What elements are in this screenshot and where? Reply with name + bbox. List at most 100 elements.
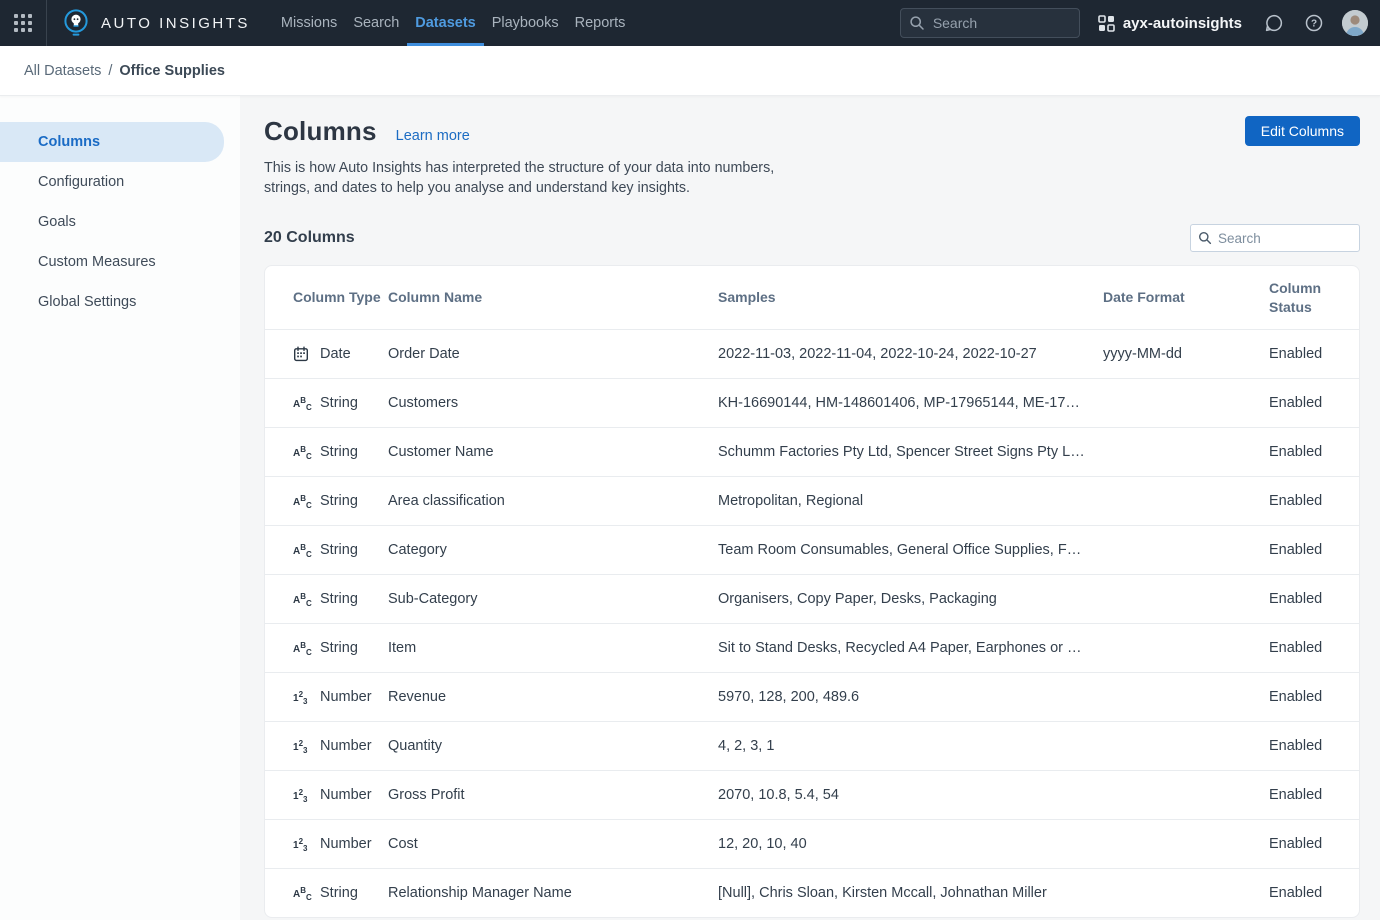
global-search (900, 8, 1080, 38)
column-status-cell: Enabled (1269, 493, 1359, 509)
column-name-cell: Sub-Category (388, 591, 718, 607)
header-column-type: Column Type (293, 288, 388, 307)
header-samples: Samples (718, 288, 1103, 307)
string-icon: ABC (293, 493, 310, 510)
column-status-cell: Enabled (1269, 395, 1359, 411)
string-icon: ABC (293, 885, 310, 902)
column-name-cell: Revenue (388, 689, 718, 705)
help-icon: ? (1304, 13, 1324, 33)
table-row: 123 Number Quantity 4, 2, 3, 1 Enabled (265, 721, 1359, 770)
help-button[interactable]: ? (1302, 11, 1326, 35)
search-icon (909, 15, 925, 31)
column-type-label: Number (320, 787, 372, 803)
table-row: 123 Number Revenue 5970, 128, 200, 489.6… (265, 672, 1359, 721)
nav-item-reports[interactable]: Reports (567, 0, 634, 46)
edit-columns-button[interactable]: Edit Columns (1245, 116, 1360, 146)
table-row: ABC String Sub-Category Organisers, Copy… (265, 574, 1359, 623)
nav-item-missions[interactable]: Missions (273, 0, 345, 46)
samples-cell: Organisers, Copy Paper, Desks, Packaging (718, 591, 1103, 607)
workspace-name: ayx-autoinsights (1123, 15, 1242, 32)
column-status-cell: Enabled (1269, 836, 1359, 852)
breadcrumb-separator: / (108, 63, 112, 79)
header-column-name: Column Name (388, 288, 718, 307)
breadcrumb-all-datasets[interactable]: All Datasets (24, 63, 101, 79)
table-row: 123 Number Gross Profit 2070, 10.8, 5.4,… (265, 770, 1359, 819)
brand-logo[interactable]: AUTO INSIGHTS (47, 9, 250, 37)
learn-more-link[interactable]: Learn more (396, 128, 470, 144)
samples-cell: Team Room Consumables, General Office Su… (718, 542, 1103, 558)
nav-item-datasets[interactable]: Datasets (407, 0, 483, 46)
settings-sidebar: Columns Configuration Goals Custom Measu… (0, 96, 240, 920)
table-row: Date Order Date 2022-11-03, 2022-11-04, … (265, 329, 1359, 378)
table-row: ABC String Relationship Manager Name [Nu… (265, 868, 1359, 917)
column-name-cell: Order Date (388, 346, 718, 362)
samples-cell: Metropolitan, Regional (718, 493, 1103, 509)
samples-cell: 2070, 10.8, 5.4, 54 (718, 787, 1103, 803)
sidebar-item-goals[interactable]: Goals (0, 202, 240, 242)
column-status-cell: Enabled (1269, 885, 1359, 901)
number-icon: 123 (293, 689, 310, 706)
sidebar-item-global-settings[interactable]: Global Settings (0, 282, 240, 322)
sidebar-item-configuration[interactable]: Configuration (0, 162, 240, 202)
samples-cell: 5970, 128, 200, 489.6 (718, 689, 1103, 705)
table-row: ABC String Category Team Room Consumable… (265, 525, 1359, 574)
topbar-right: ayx-autoinsights ? (900, 8, 1380, 38)
string-icon: ABC (293, 591, 310, 608)
column-type-label: Number (320, 689, 372, 705)
svg-text:?: ? (1311, 19, 1317, 30)
column-status-cell: Enabled (1269, 787, 1359, 803)
sidebar-item-custom-measures[interactable]: Custom Measures (0, 242, 240, 282)
column-status-cell: Enabled (1269, 444, 1359, 460)
column-status-cell: Enabled (1269, 640, 1359, 656)
user-avatar[interactable] (1342, 10, 1368, 36)
page-description: This is how Auto Insights has interprete… (264, 158, 796, 198)
table-search-input[interactable] (1190, 224, 1360, 252)
string-icon: ABC (293, 444, 310, 461)
chat-bubble-icon (1264, 13, 1284, 33)
number-icon: 123 (293, 836, 310, 853)
nav-item-playbooks[interactable]: Playbooks (484, 0, 567, 46)
table-row: ABC String Customers KH-16690144, HM-148… (265, 378, 1359, 427)
column-type-label: String (320, 640, 358, 656)
app-grid-icon[interactable] (0, 0, 46, 46)
column-name-cell: Customers (388, 395, 718, 411)
main-content: Columns Learn more This is how Auto Insi… (240, 96, 1380, 920)
global-search-input[interactable] (900, 8, 1080, 38)
column-name-cell: Customer Name (388, 444, 718, 460)
lightbulb-logo-icon (63, 9, 89, 37)
column-type-label: Number (320, 836, 372, 852)
nav-item-search[interactable]: Search (345, 0, 407, 46)
column-status-cell: Enabled (1269, 542, 1359, 558)
table-body: Date Order Date 2022-11-03, 2022-11-04, … (265, 329, 1359, 917)
column-name-cell: Relationship Manager Name (388, 885, 718, 901)
breadcrumb: All Datasets / Office Supplies (0, 46, 1380, 96)
header-column-status: Column Status (1269, 279, 1331, 317)
feedback-button[interactable] (1262, 11, 1286, 35)
column-status-cell: Enabled (1269, 591, 1359, 607)
date-format-cell: yyyy-MM-dd (1103, 346, 1269, 362)
brand-name: AUTO INSIGHTS (101, 15, 250, 32)
number-icon: 123 (293, 738, 310, 755)
table-row: ABC String Customer Name Schumm Factorie… (265, 427, 1359, 476)
workspace-switcher[interactable]: ayx-autoinsights (1098, 15, 1242, 32)
page-title: Columns (264, 116, 377, 147)
column-type-label: String (320, 493, 358, 509)
table-search (1190, 224, 1360, 252)
column-type-label: Number (320, 738, 372, 754)
table-row: ABC String Item Sit to Stand Desks, Recy… (265, 623, 1359, 672)
samples-cell: 2022-11-03, 2022-11-04, 2022-10-24, 2022… (718, 346, 1103, 362)
column-type-label: Date (320, 346, 351, 362)
column-name-cell: Category (388, 542, 718, 558)
table-row: ABC String Area classification Metropoli… (265, 476, 1359, 525)
column-name-cell: Cost (388, 836, 718, 852)
string-icon: ABC (293, 640, 310, 657)
column-type-label: String (320, 395, 358, 411)
column-name-cell: Quantity (388, 738, 718, 754)
samples-cell: [Null], Chris Sloan, Kirsten Mccall, Joh… (718, 885, 1103, 901)
sidebar-item-columns[interactable]: Columns (0, 122, 224, 162)
number-icon: 123 (293, 787, 310, 804)
table-header: Column Type Column Name Samples Date For… (265, 266, 1359, 329)
calendar-icon (293, 346, 310, 362)
column-name-cell: Gross Profit (388, 787, 718, 803)
column-status-cell: Enabled (1269, 346, 1359, 362)
